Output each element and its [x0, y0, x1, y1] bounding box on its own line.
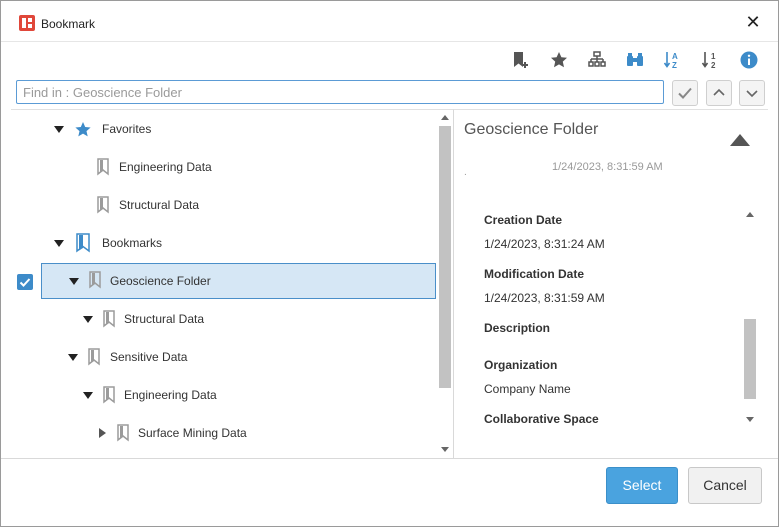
- detail-panel: Geoscience Folder . 1/24/2023, 8:31:59 A…: [453, 109, 768, 458]
- bookmark-icon: [103, 386, 115, 404]
- window-title: Bookmark: [41, 17, 96, 31]
- tree-item-label: Sensitive Data: [110, 350, 188, 364]
- next-match-button[interactable]: [739, 80, 765, 106]
- field-value-organization: Company Name: [484, 382, 571, 396]
- tree-item-label: Structural Data: [124, 312, 205, 326]
- detail-title: Geoscience Folder: [464, 121, 599, 138]
- scroll-up-icon[interactable]: [441, 115, 449, 120]
- expand-arrow-icon[interactable]: [54, 126, 64, 133]
- add-bookmark-icon[interactable]: [510, 50, 530, 70]
- bookmark-dialog: Bookmark ✕ AZ 12 Find in: Geoscience Fo…: [0, 0, 779, 527]
- expand-arrow-icon[interactable]: [68, 354, 78, 361]
- expand-arrow-icon[interactable]: [83, 316, 93, 323]
- tree-item-surface-mining-data[interactable]: Surface Mining Data: [11, 415, 436, 451]
- select-button[interactable]: Select: [606, 467, 678, 504]
- field-label-description: Description: [484, 321, 551, 335]
- tree-item-bookmarks[interactable]: Bookmarks: [11, 225, 436, 261]
- scroll-thumb[interactable]: [744, 319, 756, 399]
- field-value-creation-date: 1/24/2023, 8:31:24 AM: [484, 237, 605, 251]
- bookmark-icon: [89, 271, 101, 289]
- detail-scrollbar[interactable]: [742, 206, 758, 428]
- detail-dot: .: [464, 167, 467, 178]
- tree-item-label: Engineering Data: [119, 160, 212, 174]
- scroll-thumb[interactable]: [439, 126, 451, 388]
- bookmark-icon: [97, 158, 109, 176]
- cancel-button[interactable]: Cancel: [688, 467, 762, 504]
- tree-scrollbar[interactable]: [437, 109, 453, 458]
- tree-item-label: Bookmarks: [102, 236, 163, 250]
- info-icon[interactable]: [739, 50, 759, 70]
- tree-item-favorites[interactable]: Favorites: [11, 111, 436, 147]
- sort-alpha-icon[interactable]: AZ: [663, 50, 683, 70]
- bookmark-icon: [117, 424, 129, 442]
- hierarchy-icon[interactable]: [587, 50, 607, 70]
- tree-item-structural-data[interactable]: Structural Data: [11, 187, 436, 223]
- binoculars-icon[interactable]: [625, 50, 645, 70]
- close-button[interactable]: ✕: [741, 11, 765, 35]
- field-label-organization: Organization: [484, 358, 558, 372]
- selection-checkbox[interactable]: [17, 274, 33, 290]
- toolbar: AZ 12: [1, 41, 778, 75]
- tree-item-label: Engineering Data: [124, 388, 217, 402]
- scroll-down-icon[interactable]: [441, 447, 449, 452]
- dialog-footer: Select Cancel: [1, 458, 778, 526]
- previous-match-button[interactable]: [706, 80, 732, 106]
- title-bar: Bookmark ✕: [1, 1, 778, 41]
- search-input[interactable]: [16, 80, 664, 104]
- bookmark-icon: [97, 196, 109, 214]
- tree-item-geoscience-folder[interactable]: Geoscience Folder: [41, 263, 436, 299]
- expand-arrow-icon[interactable]: [69, 278, 79, 285]
- expand-arrow-icon[interactable]: [54, 240, 64, 247]
- tree-item-engineering-data[interactable]: Engineering Data: [11, 377, 436, 413]
- bookmark-tree: Favorites Engineering Data Structural Da…: [11, 109, 453, 458]
- field-label-modification-date: Modification Date: [484, 267, 585, 281]
- field-value-modification-date: 1/24/2023, 8:31:59 AM: [484, 291, 605, 305]
- tree-item-label: Structural Data: [119, 198, 200, 212]
- sort-numeric-icon[interactable]: 12: [701, 50, 721, 70]
- star-icon: [75, 122, 91, 137]
- bookmark-icon: [76, 233, 90, 253]
- tree-item-label: Favorites: [102, 122, 152, 136]
- svg-text:A: A: [672, 52, 678, 61]
- collapse-panel-icon[interactable]: [730, 134, 750, 146]
- app-logo-icon: [19, 15, 35, 31]
- star-icon[interactable]: [549, 50, 569, 70]
- tree-item-label: Surface Mining Data: [138, 426, 247, 440]
- field-label-collaborative-space: Collaborative Space: [484, 412, 599, 426]
- confirm-search-button[interactable]: [672, 80, 698, 106]
- svg-text:Z: Z: [672, 61, 677, 70]
- svg-text:1: 1: [711, 52, 716, 61]
- tree-item-sensitive-data[interactable]: Sensitive Data: [11, 339, 436, 375]
- tree-item-label: Geoscience Folder: [110, 274, 211, 288]
- expand-arrow-icon[interactable]: [83, 392, 93, 399]
- tree-item-structural-data[interactable]: Structural Data: [11, 301, 436, 337]
- detail-modified-date: 1/24/2023, 8:31:59 AM: [552, 161, 663, 173]
- svg-text:2: 2: [711, 61, 716, 70]
- collapsed-arrow-icon[interactable]: [99, 428, 106, 438]
- bookmark-icon: [103, 310, 115, 328]
- field-label-creation-date: Creation Date: [484, 213, 563, 227]
- bookmark-icon: [88, 348, 100, 366]
- scroll-up-icon[interactable]: [746, 212, 754, 217]
- tree-item-engineering-data[interactable]: Engineering Data: [11, 149, 436, 185]
- scroll-down-icon[interactable]: [746, 417, 754, 422]
